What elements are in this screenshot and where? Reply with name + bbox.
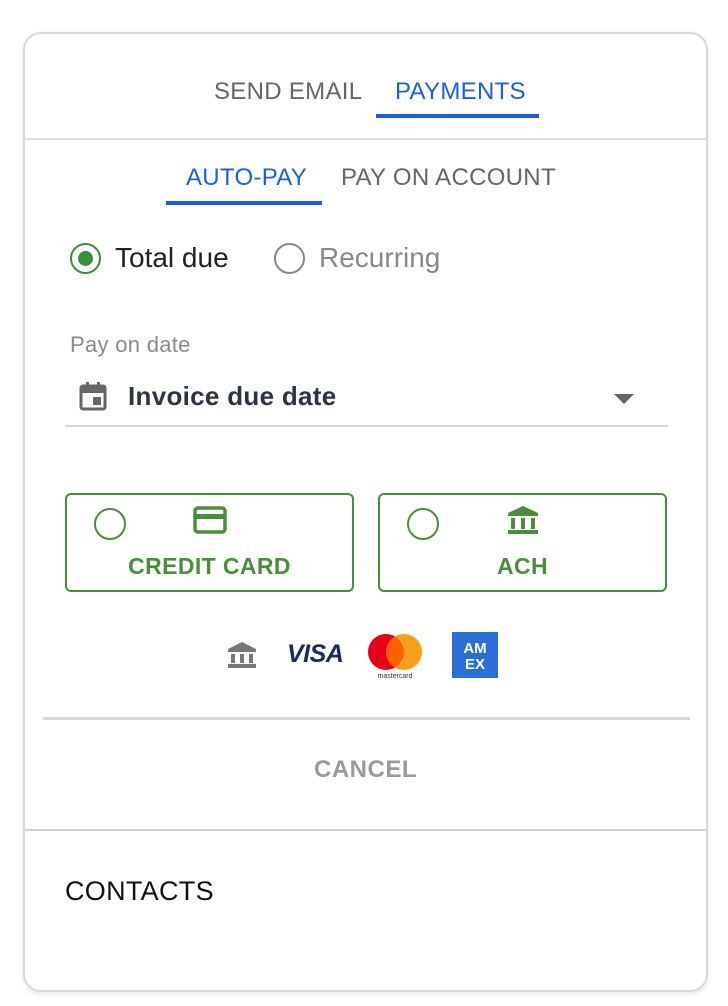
total-due-option[interactable]: Total due [70, 242, 229, 274]
tab-payments[interactable]: PAYMENTS [395, 78, 526, 106]
tab-auto-pay[interactable]: AUTO-PAY [186, 164, 307, 192]
tab-pay-on-account[interactable]: PAY ON ACCOUNT [341, 164, 556, 192]
recurring-radio[interactable] [274, 242, 305, 274]
mastercard-wordmark: mastercard [377, 673, 412, 680]
chevron-down-icon[interactable] [614, 394, 634, 404]
active-subtab-indicator [166, 201, 322, 205]
actions-divider [43, 717, 690, 720]
pay-on-date-value: Invoice due date [128, 381, 337, 411]
accepted-payment-logos: VISA mastercard AM EX [25, 632, 706, 682]
cancel-button[interactable]: CANCEL [25, 756, 706, 784]
section-divider [25, 829, 706, 831]
total-due-radio[interactable] [70, 242, 101, 274]
contacts-heading[interactable]: CONTACTS [65, 876, 214, 907]
svg-text:AM: AM [463, 640, 486, 657]
calendar-icon [79, 382, 107, 411]
tab-send-email[interactable]: SEND EMAIL [214, 78, 362, 106]
amex-logo: AM EX [452, 632, 498, 678]
bank-logo-icon [228, 642, 256, 668]
credit-card-option[interactable]: CREDIT CARD [65, 493, 354, 592]
bank-icon [508, 506, 538, 534]
active-tab-indicator [376, 114, 539, 118]
top-tab-bar: SEND EMAIL PAYMENTS [25, 34, 706, 140]
pay-on-date-label: Pay on date [70, 332, 191, 357]
ach-label: ACH [496, 553, 549, 579]
recurring-option[interactable]: Recurring [274, 242, 440, 274]
mastercard-logo: mastercard [368, 634, 422, 680]
svg-text:EX: EX [465, 656, 485, 673]
payments-card: SEND EMAIL PAYMENTS AUTO-PAY PAY ON ACCO… [23, 32, 708, 992]
ach-option[interactable]: ACH [378, 493, 667, 592]
credit-card-icon [193, 506, 227, 534]
pay-on-date-select[interactable]: Invoice due date [65, 369, 668, 427]
visa-logo: VISA [287, 640, 344, 668]
recurring-label: Recurring [319, 242, 441, 273]
credit-card-label: CREDIT CARD [128, 553, 291, 579]
ach-radio[interactable] [407, 508, 439, 540]
total-due-label: Total due [115, 242, 229, 273]
credit-card-radio[interactable] [94, 508, 126, 540]
